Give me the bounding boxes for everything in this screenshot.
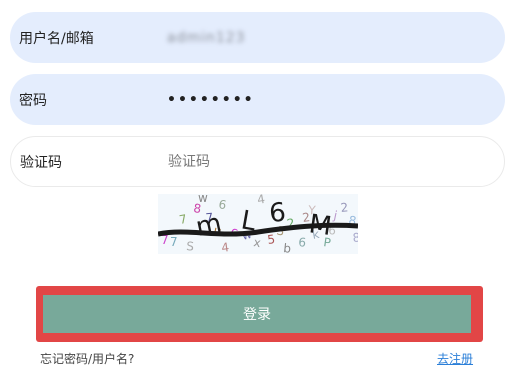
captcha-noise-char: 5 [266, 232, 276, 247]
captcha-svg: 787u c w x 5326kPj287 S 4Y7w 4b2668 mL6M [158, 194, 358, 254]
username-input[interactable]: admin123 [167, 30, 487, 46]
captcha-char: m [193, 208, 224, 243]
login-form: 用户名/邮箱 admin123 密码 •••••••• 验证码 787ucwx5… [0, 0, 517, 377]
captcha-noise-char: 8 [352, 230, 358, 245]
captcha-noise-char: 7 [178, 212, 188, 227]
captcha-noise-char: 4 [220, 240, 230, 254]
captcha-noise-char: 6 [217, 197, 227, 212]
captcha-input[interactable] [168, 153, 488, 170]
captcha-noise-char: S [186, 239, 195, 254]
captcha-image[interactable]: 787ucwx5326kPj287S4Y7w4b2668 mL6M [158, 194, 358, 254]
register-link[interactable]: 去注册 [437, 350, 473, 367]
captcha-noise-char: b [283, 241, 292, 254]
captcha-noise-char: 4 [256, 194, 266, 207]
captcha-noise-char: 6 [298, 235, 307, 250]
password-input[interactable]: •••••••• [167, 92, 487, 108]
login-button[interactable]: 登录 [43, 295, 471, 333]
username-field[interactable]: 用户名/邮箱 admin123 [10, 12, 505, 63]
captcha-noise-char: x [252, 235, 261, 250]
captcha-label: 验证码 [20, 154, 62, 171]
password-field[interactable]: 密码 •••••••• [10, 74, 505, 125]
captcha-noise-char: 2 [340, 200, 349, 215]
password-label: 密码 [19, 92, 47, 109]
login-button-highlight: 登录 [36, 286, 483, 342]
captcha-char: 6 [268, 198, 287, 229]
captcha-noise-char: 7 [170, 235, 178, 249]
captcha-noise-char: w [198, 194, 208, 205]
captcha-field[interactable]: 验证码 [10, 136, 505, 187]
captcha-char: M [307, 209, 333, 242]
username-label: 用户名/邮箱 [19, 30, 94, 47]
forgot-password-link[interactable]: 忘记密码/用户名? [40, 350, 134, 367]
